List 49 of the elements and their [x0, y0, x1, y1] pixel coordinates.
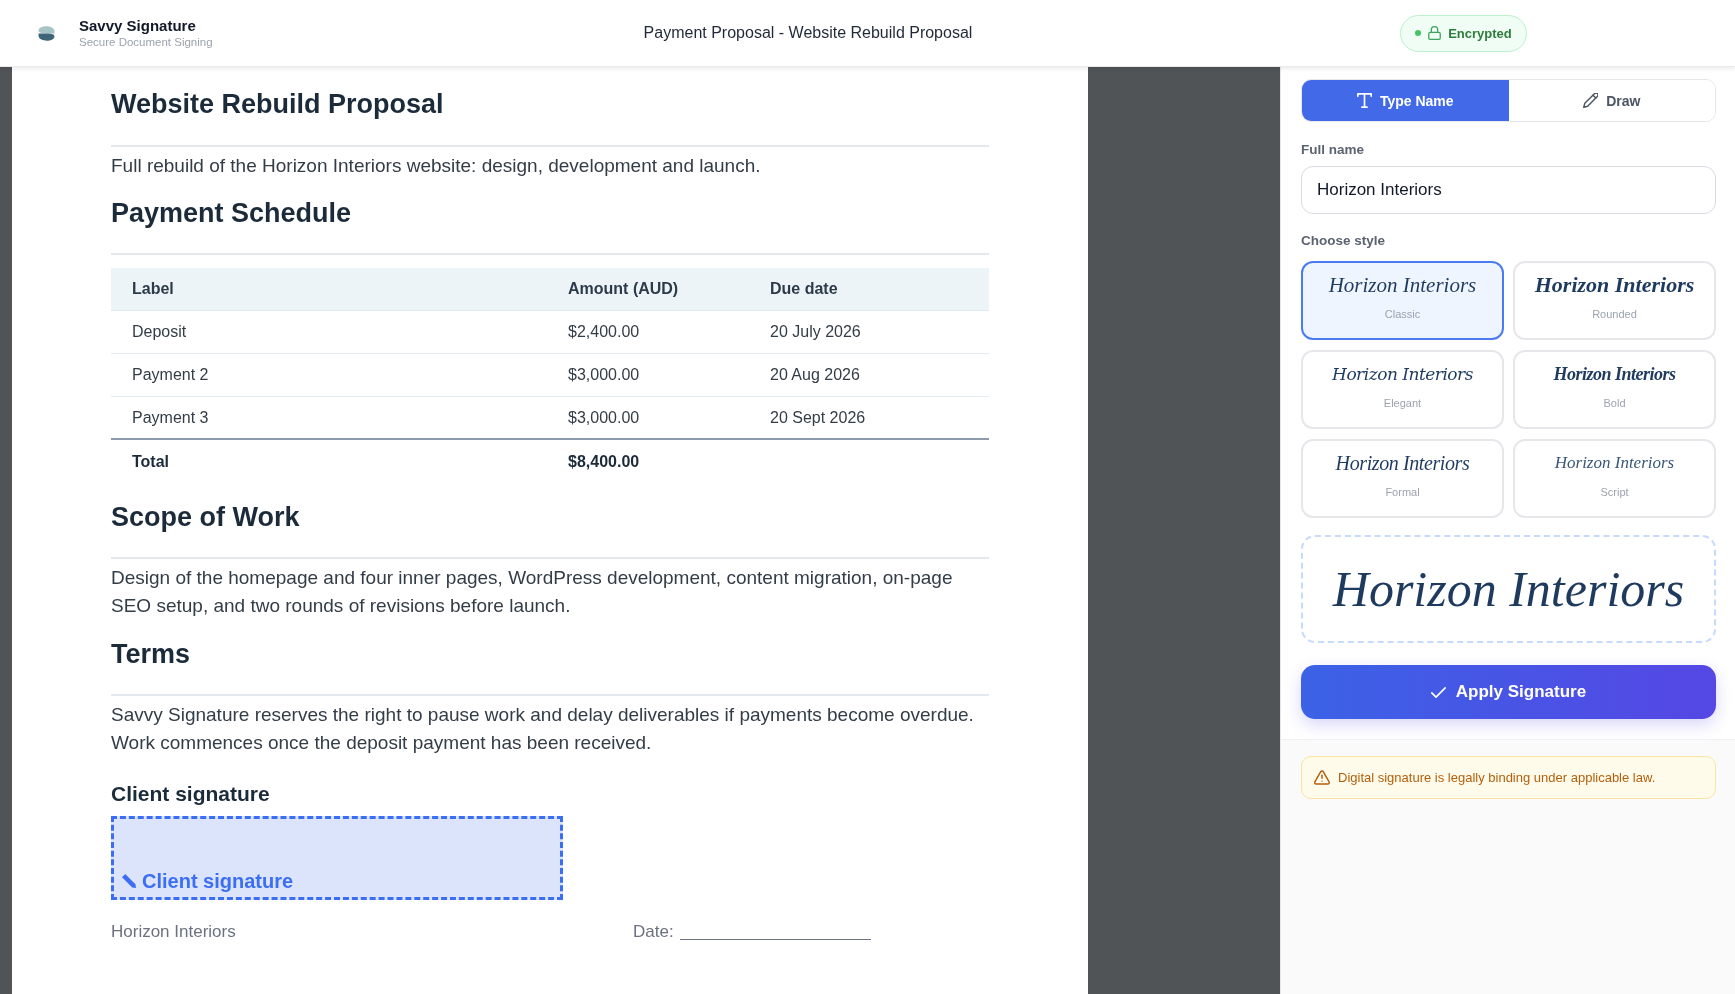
document-heading: Website Rebuild Proposal: [111, 88, 444, 121]
signature-heading: Client signature: [111, 781, 270, 807]
paragraph: Full rebuild of the Horizon Interiors website: design, development and launch.: [111, 154, 761, 178]
style-option[interactable]: Horizon Interiors Elegant: [1301, 350, 1504, 429]
table-cell-text: $8,400.00: [568, 451, 641, 472]
logo-icon: [38, 24, 55, 42]
warning-icon: [1314, 770, 1330, 785]
lock-icon: [1428, 26, 1442, 40]
apply-signature-button[interactable]: Apply Signature: [1301, 665, 1716, 719]
table-cell-text: 20 Aug 2026: [770, 365, 861, 385]
section-heading: Terms: [111, 638, 191, 670]
status-dot-icon: [1415, 30, 1422, 36]
field-label: Full name: [1301, 141, 1364, 159]
style-option[interactable]: Horizon Interiors Script: [1513, 439, 1716, 518]
section-heading: Scope of Work: [111, 501, 300, 533]
notice-text: Digital signature is legally binding under applicable law.: [1338, 770, 1656, 785]
section-heading: Payment Schedule: [111, 197, 352, 229]
table-cell-text: 20 July 2026: [770, 322, 862, 342]
document-title: Payment Proposal - Website Rebuild Proposal: [643, 24, 973, 42]
text-icon: [1356, 93, 1372, 108]
style-option[interactable]: Horizon Interiors Classic: [1301, 261, 1504, 340]
paragraph: Savvy Signature reserves the right to pause work and delay deliverables if payments become overdue. Work commences once the deposit payment has been received.: [111, 703, 975, 755]
check-icon: [1430, 686, 1446, 698]
brand-tagline: Secure Document Signing: [79, 35, 213, 50]
brand-name: Savvy Signature: [79, 16, 196, 35]
column-header: Label: [132, 279, 175, 299]
date-label: Date:: [633, 922, 674, 942]
badge-label: Encrypted: [1448, 25, 1512, 41]
table-cell-text: $3,000.00: [568, 365, 641, 385]
column-header: Amount (AUD): [568, 279, 680, 299]
style-option[interactable]: Horizon Interiors Formal: [1301, 439, 1504, 518]
tab[interactable]: Type Name: [1302, 80, 1509, 121]
signature-preview: Horizon Interiors: [1301, 535, 1716, 643]
style-option[interactable]: Horizon Interiors Rounded: [1513, 261, 1716, 340]
full-name-input[interactable]: Horizon Interiors: [1301, 166, 1716, 214]
table-cell-text: $2,400.00: [568, 322, 641, 342]
table-cell-text: Total: [132, 451, 171, 472]
table-cell-text: Payment 2: [132, 365, 210, 385]
table-cell-text: Payment 3: [132, 407, 210, 428]
field-label: Choose style: [1301, 232, 1386, 250]
style-option[interactable]: Horizon Interiors Bold: [1513, 350, 1716, 429]
table-cell-text: Deposit: [132, 322, 188, 342]
table-cell-text: $3,000.00: [568, 407, 641, 428]
pencil-icon: [122, 874, 136, 888]
table-cell-text: 20 Sept 2026: [770, 407, 867, 428]
signer-name: Horizon Interiors: [111, 922, 237, 942]
paragraph: Design of the homepage and four inner pages, WordPress development, content migration, on-page SEO setup, and two rounds of revisions before launch.: [111, 566, 954, 618]
column-header: Due date: [770, 279, 839, 299]
pencil-icon: [1583, 93, 1599, 108]
